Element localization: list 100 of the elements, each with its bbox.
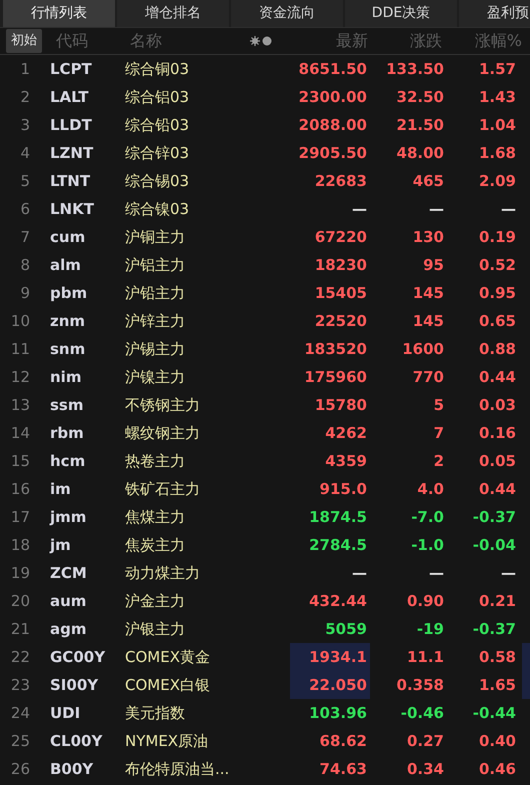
last-price: 8651.50 [298, 59, 368, 80]
percent-change: 1.65 [478, 674, 516, 696]
percent-change: 0.46 [478, 758, 516, 780]
symbol-code: znm [50, 310, 86, 332]
last-price: 15780 [314, 395, 368, 416]
contract-name: 沪锌主力 [125, 310, 186, 332]
contract-name: COMEX黄金 [125, 646, 211, 668]
symbol-code: LNKT [50, 198, 95, 220]
tab[interactable]: 盈利预 [459, 0, 530, 27]
contract-name: 沪金主力 [125, 590, 186, 612]
price-change: — [428, 562, 444, 584]
row-number: 16 [10, 478, 30, 500]
symbol-code: nim [50, 366, 82, 388]
last-price: — [351, 199, 368, 220]
last-price: 2905.50 [298, 143, 368, 164]
percent-change: 0.05 [478, 450, 516, 472]
tab[interactable]: DDE决策 [345, 0, 457, 27]
percent-change: 0.16 [478, 422, 516, 444]
last-price: 175960 [303, 367, 368, 388]
row-number: 3 [19, 114, 30, 136]
percent-change: -0.37 [472, 618, 516, 640]
last-price: 15405 [314, 283, 368, 304]
contract-name: 热卷主力 [125, 450, 186, 472]
symbol-code: alm [50, 254, 82, 276]
contract-name: 综合铅03 [125, 114, 190, 136]
symbol-code: rbm [50, 422, 85, 444]
row-number: 15 [10, 450, 30, 472]
percent-change: 1.57 [478, 58, 516, 80]
percent-change: 0.44 [478, 478, 516, 500]
last-price: 1874.5 [308, 507, 368, 528]
symbol-code: im [50, 478, 72, 500]
row-number: 5 [19, 170, 30, 192]
price-change: 11.1 [406, 646, 444, 668]
contract-name: 动力煤主力 [125, 562, 201, 584]
last-price: — [351, 563, 368, 584]
contract-name: NYMEX原油 [125, 730, 210, 752]
last-price: 4262 [324, 423, 368, 444]
contract-name: 美元指数 [125, 702, 186, 724]
price-change: 0.34 [406, 758, 444, 780]
price-change: 145 [412, 282, 444, 304]
row-number: 7 [19, 226, 30, 248]
symbol-code: LLDT [50, 114, 93, 136]
percent-change: 0.40 [478, 730, 516, 752]
last-price: 74.63 [318, 759, 368, 780]
row-number: 17 [10, 506, 30, 528]
tab[interactable]: 资金流向 [231, 0, 343, 27]
symbol-code: SI00Y [50, 674, 100, 696]
price-change: 130 [412, 226, 444, 248]
price-change: -19 [416, 618, 444, 640]
symbol-code: jm [50, 534, 72, 556]
price-change: -7.0 [410, 506, 444, 528]
last-price: 2784.5 [308, 535, 368, 556]
row-number: 19 [10, 562, 30, 584]
price-change: 4.0 [416, 478, 444, 500]
row-number: 23 [10, 674, 30, 696]
percent-change: 1.68 [478, 142, 516, 164]
tab[interactable]: 行情列表 [3, 0, 115, 27]
contract-name: 布伦特原油当... [125, 758, 230, 780]
last-price: 103.96 [308, 703, 368, 724]
last-price: 68.62 [318, 731, 368, 752]
price-change: 145 [412, 310, 444, 332]
percent-change: 1.04 [478, 114, 516, 136]
symbol-code: jmm [50, 506, 88, 528]
last-price: 4359 [324, 451, 368, 472]
price-change: 465 [412, 170, 444, 192]
price-change: 21.50 [396, 114, 444, 136]
display-toggle-icon[interactable] [250, 36, 274, 46]
percent-change: — [500, 198, 516, 220]
row-number: 4 [19, 142, 30, 164]
symbol-code: hcm [50, 450, 86, 472]
row-number: 8 [19, 254, 30, 276]
percent-change: — [500, 562, 516, 584]
last-price: 2088.00 [298, 115, 368, 136]
symbol-code: LTNT [50, 170, 92, 192]
percent-change: -0.04 [472, 534, 516, 556]
percent-change: 0.88 [478, 338, 516, 360]
price-change: 48.00 [396, 142, 444, 164]
contract-name: 综合锡03 [125, 170, 190, 192]
symbol-code: ZCM [50, 562, 88, 584]
row-number: 12 [10, 366, 30, 388]
tab[interactable]: 增仓排名 [117, 0, 229, 27]
symbol-code: snm [50, 338, 86, 360]
price-change: — [428, 198, 444, 220]
percent-change: 0.03 [478, 394, 516, 416]
row-number: 14 [10, 422, 30, 444]
price-change: -1.0 [410, 534, 444, 556]
last-price: 2300.00 [298, 87, 368, 108]
price-change: 5 [432, 394, 444, 416]
percent-change: 1.43 [478, 86, 516, 108]
percent-change: 2.09 [478, 170, 516, 192]
price-change: 32.50 [396, 86, 444, 108]
row-number: 22 [10, 646, 30, 668]
symbol-code: ssm [50, 394, 84, 416]
last-price: 18230 [314, 255, 368, 276]
symbol-code: LZNT [50, 142, 94, 164]
symbol-code: aum [50, 590, 88, 612]
price-change: -0.46 [400, 702, 444, 724]
last-price: 22520 [314, 311, 368, 332]
contract-name: 沪铜主力 [125, 226, 186, 248]
reset-button[interactable]: 初始 [6, 29, 42, 53]
